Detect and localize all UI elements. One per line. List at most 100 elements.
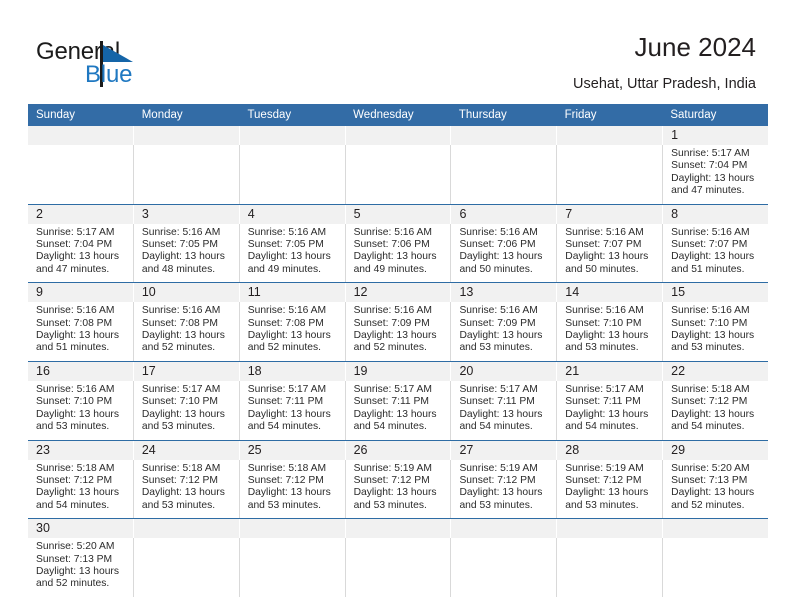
day-number[interactable]: 16 (28, 361, 134, 381)
day-number[interactable]: 22 (663, 362, 768, 381)
day-cell[interactable]: Sunrise: 5:16 AM Sunset: 7:07 PM Daylight:… (663, 224, 768, 283)
day-number[interactable]: 15 (663, 283, 768, 302)
brand-logo[interactable]: General Blue (36, 38, 246, 90)
day-cell[interactable]: Sunrise: 5:18 AM Sunset: 7:12 PM Daylight:… (28, 459, 134, 519)
day-cell[interactable]: Sunrise: 5:16 AM Sunset: 7:06 PM Daylight:… (346, 223, 452, 283)
day-info-line: Daylight: 13 hours (671, 330, 755, 342)
day-info-line: Sunset: 7:11 PM (247, 396, 324, 408)
day-number[interactable]: 17 (134, 361, 240, 381)
day-number[interactable]: 30 (28, 519, 134, 539)
day-info-line: Sunrise: 5:19 AM (565, 462, 644, 474)
day-number[interactable]: 19 (346, 361, 452, 381)
day-number[interactable]: 8 (663, 205, 768, 224)
day-number[interactable]: 11 (240, 283, 346, 303)
day-cell[interactable]: Sunrise: 5:16 AM Sunset: 7:09 PM Daylight:… (346, 302, 452, 361)
day-cell[interactable]: Sunrise: 5:16 AM Sunset: 7:10 PM Daylight:… (557, 302, 664, 361)
weekday-header-tuesday: Tuesday (247, 109, 292, 121)
day-cell[interactable]: Sunrise: 5:19 AM Sunset: 7:12 PM Daylight:… (346, 459, 452, 519)
day-number-empty (240, 126, 346, 145)
day-info-line: Sunset: 7:10 PM (36, 396, 113, 408)
day-info-line: Daylight: 13 hours (141, 408, 225, 420)
day-cell[interactable]: Sunrise: 5:19 AM Sunset: 7:12 PM Daylight:… (451, 459, 558, 519)
day-cell[interactable]: Sunrise: 5:16 AM Sunset: 7:07 PM Daylight:… (557, 223, 664, 283)
day-number[interactable]: 14 (557, 283, 664, 303)
day-cell[interactable]: Sunrise: 5:18 AM Sunset: 7:12 PM Daylight:… (134, 459, 240, 519)
day-number-empty (557, 126, 664, 145)
day-number[interactable]: 4 (240, 204, 346, 224)
day-info-line: Daylight: 13 hours (565, 330, 649, 342)
day-number[interactable]: 10 (134, 283, 240, 303)
day-info-line: Daylight: 13 hours (353, 251, 437, 263)
day-cell[interactable]: Sunrise: 5:18 AM Sunset: 7:12 PM Daylight:… (240, 459, 346, 519)
day-number[interactable]: 26 (346, 440, 452, 460)
day-number[interactable]: 23 (28, 440, 134, 460)
day-cell-empty (346, 538, 452, 597)
day-cell[interactable]: Sunrise: 5:17 AM Sunset: 7:04 PM Daylight:… (663, 145, 768, 204)
day-cell-empty (134, 538, 240, 597)
day-info-line: Sunset: 7:12 PM (353, 474, 430, 486)
day-info-line: Sunrise: 5:18 AM (671, 383, 750, 395)
day-info-line: Sunset: 7:04 PM (671, 160, 748, 172)
day-cell[interactable]: Sunrise: 5:20 AM Sunset: 7:13 PM Daylight:… (28, 538, 134, 597)
day-cell[interactable]: Sunrise: 5:16 AM Sunset: 7:06 PM Daylight:… (451, 223, 558, 283)
day-number[interactable]: 6 (451, 204, 558, 224)
day-cell[interactable]: Sunrise: 5:16 AM Sunset: 7:08 PM Daylight:… (240, 302, 346, 361)
day-cell[interactable]: Sunrise: 5:16 AM Sunset: 7:05 PM Daylight:… (134, 223, 240, 283)
day-number[interactable]: 1 (663, 126, 768, 145)
day-number[interactable]: 13 (451, 283, 558, 303)
day-info-line: Sunrise: 5:16 AM (247, 305, 327, 317)
day-number[interactable]: 2 (28, 204, 134, 224)
day-number-empty (134, 519, 240, 539)
day-cell[interactable]: Sunrise: 5:16 AM Sunset: 7:08 PM Daylight:… (28, 302, 134, 361)
day-cell[interactable]: Sunrise: 5:17 AM Sunset: 7:11 PM Daylight:… (240, 380, 346, 440)
day-cell[interactable]: Sunrise: 5:16 AM Sunset: 7:10 PM Daylight:… (28, 380, 134, 440)
day-number[interactable]: 28 (557, 440, 664, 460)
day-cell[interactable]: Sunrise: 5:17 AM Sunset: 7:10 PM Daylight:… (134, 380, 240, 440)
day-cell[interactable]: Sunrise: 5:16 AM Sunset: 7:08 PM Daylight:… (134, 302, 240, 361)
day-cell[interactable]: Sunrise: 5:16 AM Sunset: 7:05 PM Daylight:… (240, 223, 346, 283)
day-cell[interactable]: Sunrise: 5:17 AM Sunset: 7:11 PM Daylight:… (346, 380, 452, 440)
day-number[interactable]: 27 (451, 440, 558, 460)
day-info-line: Sunrise: 5:20 AM (36, 541, 115, 553)
day-number[interactable]: 24 (134, 440, 240, 460)
day-number-band: 9 10 11 12 13 14 15 (28, 283, 768, 303)
day-number[interactable]: 12 (346, 283, 452, 303)
day-info-line: and 53 minutes. (459, 342, 533, 354)
day-cell[interactable]: Sunrise: 5:19 AM Sunset: 7:12 PM Daylight:… (557, 459, 664, 519)
day-cell[interactable]: Sunrise: 5:20 AM Sunset: 7:13 PM Daylight:… (663, 460, 768, 519)
day-cell[interactable]: Sunrise: 5:18 AM Sunset: 7:12 PM Daylight:… (663, 381, 768, 440)
weekday-header-monday: Monday (141, 109, 183, 121)
day-number[interactable]: 18 (240, 361, 346, 381)
day-cell[interactable]: Sunrise: 5:17 AM Sunset: 7:11 PM Daylight:… (451, 380, 558, 440)
day-info-line: Sunrise: 5:16 AM (459, 305, 538, 317)
day-info-line: Sunrise: 5:16 AM (671, 226, 750, 238)
day-info-line: Sunrise: 5:18 AM (247, 462, 327, 474)
day-info-line: Sunset: 7:09 PM (459, 317, 536, 329)
day-cell[interactable]: Sunrise: 5:16 AM Sunset: 7:10 PM Daylight:… (663, 302, 768, 361)
day-cell[interactable]: Sunrise: 5:16 AM Sunset: 7:09 PM Daylight:… (451, 302, 558, 361)
day-cell[interactable]: Sunrise: 5:17 AM Sunset: 7:04 PM Daylight:… (28, 223, 134, 283)
day-number[interactable]: 20 (451, 361, 558, 381)
day-info-line: Daylight: 13 hours (565, 251, 649, 263)
day-info-line: and 48 minutes. (141, 263, 216, 275)
day-number[interactable]: 3 (134, 204, 240, 224)
day-info-line: and 54 minutes. (459, 421, 533, 433)
calendar-weeks: 1 Sunrise: 5:17 AM Sunset: 7:04 PM Daylight… (28, 126, 768, 597)
day-number-empty (663, 519, 768, 538)
day-number[interactable]: 21 (557, 361, 664, 381)
day-number[interactable]: 25 (240, 440, 346, 460)
day-cell-empty (346, 145, 452, 204)
day-info-line: Sunset: 7:12 PM (247, 474, 324, 486)
day-info-line: and 53 minutes. (353, 499, 427, 511)
weekday-header-thursday: Thursday (458, 109, 507, 121)
day-cell[interactable]: Sunrise: 5:17 AM Sunset: 7:11 PM Daylight:… (557, 380, 664, 440)
day-number[interactable]: 29 (663, 441, 768, 460)
day-number[interactable]: 9 (28, 283, 134, 303)
day-cell-empty (451, 538, 558, 597)
day-info-line: Daylight: 13 hours (671, 487, 755, 499)
day-number[interactable]: 5 (346, 204, 452, 224)
day-info-line: Sunset: 7:12 PM (141, 474, 218, 486)
day-number-empty (240, 519, 346, 539)
day-info-line: Sunset: 7:13 PM (36, 553, 113, 565)
day-number[interactable]: 7 (557, 204, 664, 224)
